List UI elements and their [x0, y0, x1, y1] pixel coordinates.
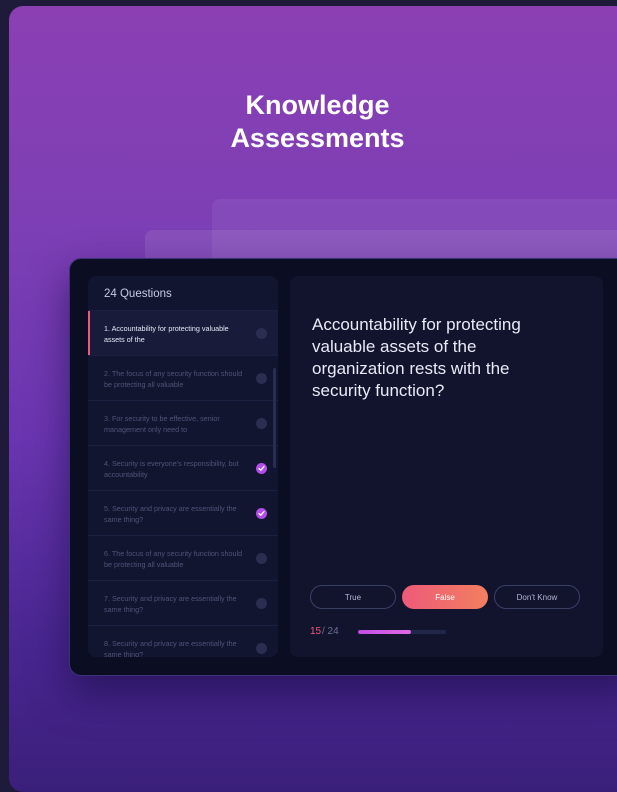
question-status-check-icon [256, 643, 267, 654]
question-status-check-icon [256, 553, 267, 564]
question-list-item-label: 2. The focus of any security function sh… [104, 369, 243, 389]
progress-total: / 24 [322, 626, 339, 637]
answer-true-button[interactable]: True [310, 585, 396, 609]
question-list-item[interactable]: 1. Accountability for protecting valuabl… [88, 310, 278, 355]
hero-title-line1: Knowledge [245, 90, 390, 120]
question-panel: Accountability for protecting valuable a… [290, 276, 603, 657]
sidebar-scrollbar[interactable] [273, 368, 276, 468]
question-list-item-label: 8. Security and privacy are essentially … [104, 639, 237, 657]
question-list-item[interactable]: 8. Security and privacy are essentially … [88, 625, 278, 657]
assessment-app-window: 24 Questions 1. Accountability for prote… [69, 258, 617, 676]
question-status-check-icon [256, 373, 267, 384]
question-text: Accountability for protecting valuable a… [312, 315, 521, 400]
progress-current: 15 [310, 626, 322, 637]
question-list-item[interactable]: 5. Security and privacy are essentially … [88, 490, 278, 535]
question-list-item-label: 3. For security to be effective, senior … [104, 414, 220, 434]
hero-title-line2: Assessments [230, 123, 405, 153]
question-list-item-label: 4. Security is everyone's responsibility… [104, 459, 239, 479]
question-list-item[interactable]: 7. Security and privacy are essentially … [88, 580, 278, 625]
progress-bar [358, 630, 446, 634]
questions-sidebar: 24 Questions 1. Accountability for prote… [88, 276, 278, 657]
question-list-item-label: 6. The focus of any security function sh… [104, 549, 243, 569]
question-status-check-icon [256, 508, 267, 519]
progress-bar-fill [358, 630, 411, 634]
question-status-check-icon [256, 418, 267, 429]
question-list-item-label: 7. Security and privacy are essentially … [104, 594, 237, 614]
question-list-item[interactable]: 2. The focus of any security function sh… [88, 355, 278, 400]
question-list-item[interactable]: 3. For security to be effective, senior … [88, 400, 278, 445]
answer-false-button[interactable]: False [402, 585, 488, 609]
question-list-item-label: 1. Accountability for protecting valuabl… [104, 324, 229, 344]
questions-list: 1. Accountability for protecting valuabl… [88, 310, 278, 657]
question-list-item[interactable]: 6. The focus of any security function sh… [88, 535, 278, 580]
question-status-check-icon [256, 463, 267, 474]
hero-title: Knowledge Assessments [9, 89, 617, 155]
questions-count-title: 24 Questions [104, 288, 172, 300]
answer-dont-know-button[interactable]: Don't Know [494, 585, 580, 609]
question-status-check-icon [256, 598, 267, 609]
question-status-check-icon [256, 328, 267, 339]
question-list-item-label: 5. Security and privacy are essentially … [104, 504, 237, 524]
question-list-item[interactable]: 4. Security is everyone's responsibility… [88, 445, 278, 490]
